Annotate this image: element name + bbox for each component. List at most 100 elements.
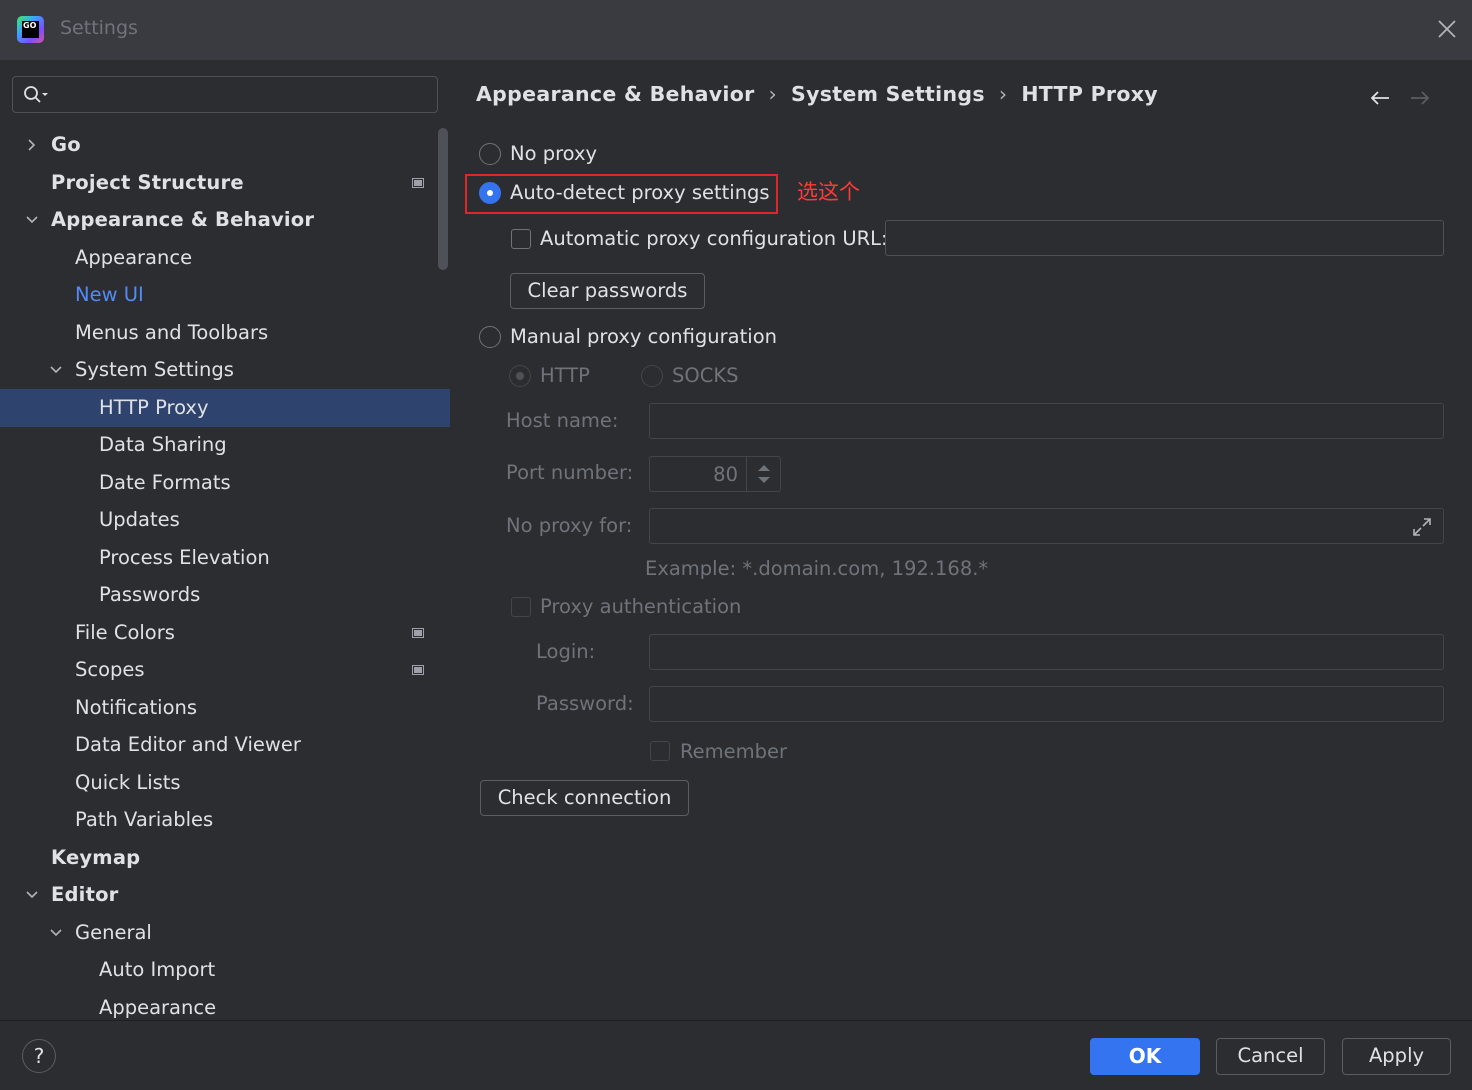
sidebar-item[interactable]: Notifications bbox=[0, 689, 450, 727]
no-proxy-radio[interactable] bbox=[479, 143, 501, 165]
title-bar: GO Settings bbox=[0, 0, 1472, 60]
socks-label: SOCKS bbox=[672, 364, 739, 387]
port-number-spinner[interactable]: 80 bbox=[649, 456, 781, 492]
project-level-icon bbox=[412, 627, 424, 638]
sidebar-item-label: Data Sharing bbox=[99, 433, 227, 456]
login-input[interactable] bbox=[649, 634, 1444, 670]
window-title: Settings bbox=[60, 17, 138, 39]
cancel-button[interactable]: Cancel bbox=[1216, 1038, 1325, 1075]
sidebar-item-label: HTTP Proxy bbox=[99, 395, 209, 419]
sidebar-scrollbar[interactable] bbox=[438, 128, 448, 270]
clear-passwords-button[interactable]: Clear passwords bbox=[510, 273, 705, 309]
auto-config-url-checkbox[interactable] bbox=[511, 229, 531, 249]
auto-config-url-label[interactable]: Automatic proxy configuration URL: bbox=[540, 227, 888, 250]
back-arrow-icon[interactable] bbox=[1368, 88, 1392, 108]
sidebar-item-label: Menus and Toolbars bbox=[75, 320, 269, 344]
project-level-icon bbox=[412, 177, 424, 188]
sidebar-item[interactable]: Menus and Toolbars bbox=[0, 314, 450, 352]
auto-config-url-input[interactable] bbox=[885, 220, 1444, 256]
sidebar-item-label: Passwords bbox=[99, 583, 201, 606]
sidebar-item-label: Notifications bbox=[75, 695, 198, 719]
annotation-text: 选这个 bbox=[797, 180, 860, 204]
chevron-down-icon[interactable] bbox=[49, 926, 63, 940]
sidebar-item[interactable]: File Colors bbox=[0, 614, 450, 652]
close-icon[interactable] bbox=[1436, 18, 1458, 40]
remember-checkbox[interactable] bbox=[650, 741, 670, 761]
sidebar-item[interactable]: Path Variables bbox=[0, 801, 450, 839]
sidebar-item[interactable]: Go bbox=[0, 126, 450, 164]
forward-arrow-icon[interactable] bbox=[1408, 88, 1432, 108]
sidebar-item-label: Project Structure bbox=[51, 170, 244, 194]
sidebar-item[interactable]: New UI bbox=[0, 276, 450, 314]
sidebar-item[interactable]: Data Sharing bbox=[0, 426, 450, 464]
sidebar-item[interactable]: Data Editor and Viewer bbox=[0, 726, 450, 764]
host-name-input[interactable] bbox=[649, 403, 1444, 439]
http-label: HTTP bbox=[540, 364, 590, 387]
breadcrumb-separator: › bbox=[768, 82, 778, 106]
sidebar-item-label: Quick Lists bbox=[75, 770, 181, 794]
sidebar-item-label: Keymap bbox=[51, 845, 141, 869]
sidebar-item[interactable]: Appearance bbox=[0, 239, 450, 277]
remember-label: Remember bbox=[680, 740, 788, 763]
dialog-footer: ? OK Cancel Apply bbox=[0, 1020, 1472, 1090]
manual-proxy-label[interactable]: Manual proxy configuration bbox=[510, 325, 777, 348]
sidebar-item[interactable]: Appearance & Behavior bbox=[0, 201, 450, 239]
no-proxy-for-input[interactable] bbox=[649, 508, 1444, 544]
search-input[interactable] bbox=[12, 76, 438, 113]
sidebar-item[interactable]: Project Structure bbox=[0, 164, 450, 202]
chevron-down-icon[interactable] bbox=[25, 213, 39, 227]
sidebar-item[interactable]: System Settings bbox=[0, 351, 450, 389]
spinner-arrows-icon[interactable] bbox=[746, 457, 780, 491]
goland-logo-icon: GO bbox=[17, 16, 44, 43]
sidebar-item[interactable]: Auto Import bbox=[0, 951, 450, 989]
login-label: Login: bbox=[536, 640, 596, 663]
sidebar-item-label: File Colors bbox=[75, 620, 175, 644]
sidebar-item[interactable]: Editor bbox=[0, 876, 450, 914]
sidebar-item-label: Auto Import bbox=[99, 958, 216, 981]
breadcrumb-item[interactable]: Appearance & Behavior bbox=[476, 82, 755, 106]
proxy-auth-checkbox[interactable] bbox=[511, 597, 531, 617]
project-level-icon bbox=[412, 665, 424, 675]
sidebar-item-label: Editor bbox=[51, 883, 119, 906]
chevron-down-icon[interactable] bbox=[49, 363, 63, 377]
sidebar-item[interactable]: Keymap bbox=[0, 839, 450, 877]
password-input[interactable] bbox=[649, 686, 1444, 722]
port-number-value: 80 bbox=[713, 463, 738, 486]
chevron-right-icon[interactable] bbox=[25, 138, 39, 152]
manual-proxy-radio[interactable] bbox=[479, 326, 501, 348]
sidebar-item-label: System Settings bbox=[75, 358, 234, 381]
sidebar-item[interactable]: Appearance bbox=[0, 989, 450, 1021]
breadcrumb-item-current: HTTP Proxy bbox=[1021, 82, 1158, 106]
settings-content: Appearance & Behavior › System Settings › HT… bbox=[450, 60, 1472, 1020]
sidebar-item-label: Appearance & Behavior bbox=[51, 208, 315, 231]
settings-sidebar: Go Project Structure Appearance & Behavior… bbox=[0, 60, 450, 1020]
search-icon bbox=[24, 86, 48, 103]
sidebar-item-label: Path Variables bbox=[75, 808, 214, 831]
help-button[interactable]: ? bbox=[22, 1039, 56, 1073]
breadcrumb: Appearance & Behavior › System Settings › HT… bbox=[476, 82, 1158, 106]
password-label: Password: bbox=[536, 692, 634, 715]
sidebar-item[interactable]: Date Formats bbox=[0, 464, 450, 502]
no-proxy-label[interactable]: No proxy bbox=[510, 142, 597, 165]
apply-button[interactable]: Apply bbox=[1342, 1038, 1451, 1075]
socks-radio[interactable] bbox=[641, 365, 663, 387]
auto-detect-radio[interactable] bbox=[479, 182, 501, 204]
http-radio[interactable] bbox=[509, 365, 531, 387]
sidebar-item[interactable]: Updates bbox=[0, 501, 450, 539]
ok-button[interactable]: OK bbox=[1090, 1038, 1200, 1075]
sidebar-item[interactable]: General bbox=[0, 914, 450, 952]
sidebar-item[interactable]: Process Elevation bbox=[0, 539, 450, 577]
expand-icon[interactable] bbox=[1411, 516, 1433, 538]
sidebar-item[interactable]: Quick Lists bbox=[0, 764, 450, 802]
sidebar-item-label: Appearance bbox=[99, 995, 217, 1019]
sidebar-item[interactable]: Passwords bbox=[0, 576, 450, 614]
sidebar-item-label: Date Formats bbox=[99, 470, 231, 494]
proxy-auth-label: Proxy authentication bbox=[540, 595, 742, 618]
check-connection-button[interactable]: Check connection bbox=[480, 780, 689, 816]
sidebar-item[interactable]: HTTP Proxy bbox=[0, 388, 450, 427]
chevron-down-icon[interactable] bbox=[25, 888, 39, 902]
sidebar-item[interactable]: Scopes bbox=[0, 651, 450, 689]
breadcrumb-item[interactable]: System Settings bbox=[791, 82, 985, 106]
sidebar-item-label: Data Editor and Viewer bbox=[75, 733, 301, 756]
auto-detect-label[interactable]: Auto-detect proxy settings bbox=[510, 181, 770, 204]
